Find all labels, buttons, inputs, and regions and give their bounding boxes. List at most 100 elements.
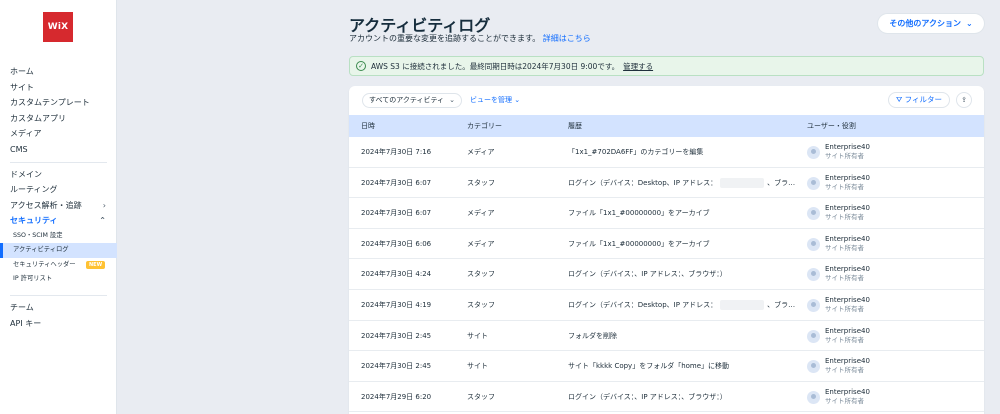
sidebar-item[interactable]: メディア	[0, 126, 117, 142]
row-user: Enterprise40 サイト所有者	[807, 168, 977, 199]
avatar-icon	[807, 390, 820, 404]
sidebar-subitem[interactable]: セキュリティヘッダー NEW	[0, 258, 117, 273]
row-history: ログイン（デバイス：Desktop、IP アドレス： 、ブラ…	[568, 290, 798, 321]
column-header-category[interactable]: カテゴリー	[467, 115, 502, 137]
chevron-down-icon: ⌄	[514, 96, 521, 104]
row-date: 2024年7月30日 2:45	[361, 362, 432, 371]
row-user: Enterprise40 サイト所有者	[807, 259, 977, 290]
row-category: サイト	[467, 331, 488, 340]
sidebar-subitem-label: セキュリティヘッダー	[13, 260, 76, 268]
table-row[interactable]: 2024年7月30日 6:06 メディア ファイル「1x1_#00000000」をア…	[349, 229, 984, 260]
column-header-history[interactable]: 履歴	[568, 115, 582, 137]
more-actions-button[interactable]: その他のアクション ⌄	[878, 14, 984, 33]
export-icon[interactable]: ⇪	[956, 92, 972, 108]
manage-link[interactable]: 管理する	[623, 61, 653, 72]
table-row[interactable]: 2024年7月30日 2:45 サイト サイト「kkkk Copy」をフォルダ「ho…	[349, 351, 984, 382]
history-text: サイト「kkkk Copy」をフォルダ「home」に移動	[568, 362, 730, 371]
row-history: ログイン（デバイス：、IP アドレス：、ブラウザ：）	[568, 259, 798, 290]
user-role: サイト所有者	[825, 243, 864, 252]
history-text: ログイン（デバイス：、IP アドレス：、ブラウザ：）	[568, 392, 727, 401]
row-history: 「1x1_#702DA6FF」のカテゴリーを編集	[568, 137, 798, 168]
details-link[interactable]: 詳細はこちら	[543, 34, 591, 43]
history-text: ログイン（デバイス：、IP アドレス：、ブラウザ：）	[568, 270, 727, 279]
row-category: メディア	[467, 148, 495, 156]
table-row[interactable]: 2024年7月30日 4:24 スタッフ ログイン（デバイス：、IP アドレス：、ブ…	[349, 259, 984, 290]
row-date: 2024年7月30日 6:07	[361, 209, 432, 218]
row-date: 2024年7月30日 6:07	[361, 178, 432, 187]
table-row[interactable]: 2024年7月30日 7:16 メディア 「1x1_#702DA6FF」のカテゴリー…	[349, 137, 984, 168]
row-category: スタッフ	[467, 300, 495, 309]
row-history: ファイル「1x1_#00000000」をアーカイブ	[568, 198, 798, 229]
history-text: ログイン（デバイス：Desktop、IP アドレス：	[568, 300, 718, 309]
sidebar-subitem-label: SSO・SCIM 設定	[13, 231, 63, 239]
sidebar-item[interactable]: ドメイン	[0, 167, 117, 183]
table-row[interactable]: 2024年7月30日 2:45 サイト フォルダを削除 Enterprise40 サイト…	[349, 321, 984, 352]
row-category: スタッフ	[467, 270, 495, 279]
avatar-icon	[807, 268, 820, 282]
sidebar-item[interactable]: サイト	[0, 80, 117, 96]
sidebar-item-label: セキュリティ	[10, 216, 58, 226]
sidebar-subitem[interactable]: IP 許可リスト	[0, 272, 117, 287]
sync-alert: ✓ AWS S3 に接続されました。最終同期日時は2024年7月30日 9:00…	[349, 56, 984, 76]
sidebar-item[interactable]: ホーム	[0, 64, 117, 80]
column-header-user-role[interactable]: ユーザー・役割	[807, 115, 856, 137]
table-header: 日時 カテゴリー 履歴 ユーザー・役割	[349, 115, 984, 137]
table-row[interactable]: 2024年7月29日 6:20 スタッフ ログイン（デバイス：、IP アドレス：、ブ…	[349, 382, 984, 413]
user-role: サイト所有者	[825, 213, 864, 222]
sidebar-item[interactable]: カスタムテンプレート	[0, 95, 117, 111]
user-role: サイト所有者	[825, 304, 864, 313]
redacted-ip	[720, 177, 765, 188]
main-area: アクティビティログ アカウントの重要な変更を追跡することができます。 詳細はこち…	[117, 0, 1000, 414]
wix-logo[interactable]: WiX	[43, 12, 73, 42]
avatar-icon	[807, 146, 820, 159]
sidebar-subitem[interactable]: SSO・SCIM 設定	[0, 229, 117, 244]
user-role: サイト所有者	[825, 366, 864, 375]
row-user: Enterprise40 サイト所有者	[807, 351, 977, 382]
sidebar-item[interactable]: API キー	[0, 316, 117, 332]
sidebar-item[interactable]: アクセス解析・追跡 ›	[0, 198, 117, 214]
row-category: メディア	[467, 239, 495, 248]
filter-icon: ⛛	[895, 95, 905, 104]
sidebar-item[interactable]: CMS	[0, 142, 117, 158]
chevron-right-icon: ›	[102, 200, 106, 210]
row-history: フォルダを削除	[568, 321, 798, 352]
avatar-icon	[807, 176, 820, 190]
page-subtitle: アカウントの重要な変更を追跡することができます。 詳細はこちら	[349, 33, 591, 44]
history-text: 「1x1_#702DA6FF」のカテゴリーを編集	[568, 148, 704, 156]
table-body: 2024年7月30日 7:16 メディア 「1x1_#702DA6FF」のカテゴリー…	[349, 137, 984, 413]
table-row[interactable]: 2024年7月30日 6:07 スタッフ ログイン（デバイス：Desktop、IP …	[349, 168, 984, 199]
row-history: ログイン（デバイス：、IP アドレス：、ブラウザ：）	[568, 382, 798, 413]
user-name: Enterprise40	[825, 326, 870, 335]
history-text: ログイン（デバイス：Desktop、IP アドレス：	[568, 178, 718, 187]
row-date: 2024年7月29日 6:20	[361, 392, 432, 401]
activity-filter-select[interactable]: すべてのアクティビティ ⌄	[362, 93, 462, 108]
row-date: 2024年7月30日 4:24	[361, 270, 432, 279]
sidebar-nav: ホーム サイト カスタムテンプレート カスタムアプリ メディア CMS ドメインルーティン…	[0, 64, 117, 331]
sidebar-subitem[interactable]: アクティビティログ	[0, 243, 117, 258]
filter-label: フィルター	[904, 95, 943, 104]
row-history: ログイン（デバイス：Desktop、IP アドレス： 、ブラ…	[568, 168, 798, 199]
row-history: ファイル「1x1_#00000000」をアーカイブ	[568, 229, 798, 260]
filter-button[interactable]: ⛛ フィルター	[888, 92, 950, 108]
user-name: Enterprise40	[825, 234, 870, 243]
table-row[interactable]: 2024年7月30日 6:07 メディア ファイル「1x1_#00000000」をア…	[349, 198, 984, 229]
sidebar-item[interactable]: チーム	[0, 300, 117, 316]
manage-views-button[interactable]: ビューを管理 ⌄	[470, 93, 520, 108]
row-category: メディア	[467, 209, 495, 218]
history-text: フォルダを削除	[568, 331, 617, 340]
sidebar-item[interactable]: セキュリティ ⌃	[0, 213, 117, 229]
sidebar-item[interactable]: ルーティング	[0, 182, 117, 198]
row-category: スタッフ	[467, 392, 495, 401]
sidebar: WiX ホーム サイト カスタムテンプレート カスタムアプリ メディア CMS ドメインル…	[0, 0, 117, 414]
column-header-date[interactable]: 日時	[361, 115, 375, 137]
table-row[interactable]: 2024年7月30日 4:19 スタッフ ログイン（デバイス：Desktop、IP …	[349, 290, 984, 321]
history-text-tail: 、ブラ…	[767, 300, 796, 309]
sidebar-subitem-label: IP 許可リスト	[13, 275, 53, 283]
avatar-icon	[807, 360, 820, 374]
sidebar-item[interactable]: カスタムアプリ	[0, 111, 117, 127]
user-role: サイト所有者	[825, 274, 864, 283]
user-role: サイト所有者	[825, 182, 864, 191]
sidebar-item-label: ドメイン	[10, 169, 42, 179]
row-user: Enterprise40 サイト所有者	[807, 321, 977, 352]
check-circle-icon: ✓	[356, 61, 366, 71]
